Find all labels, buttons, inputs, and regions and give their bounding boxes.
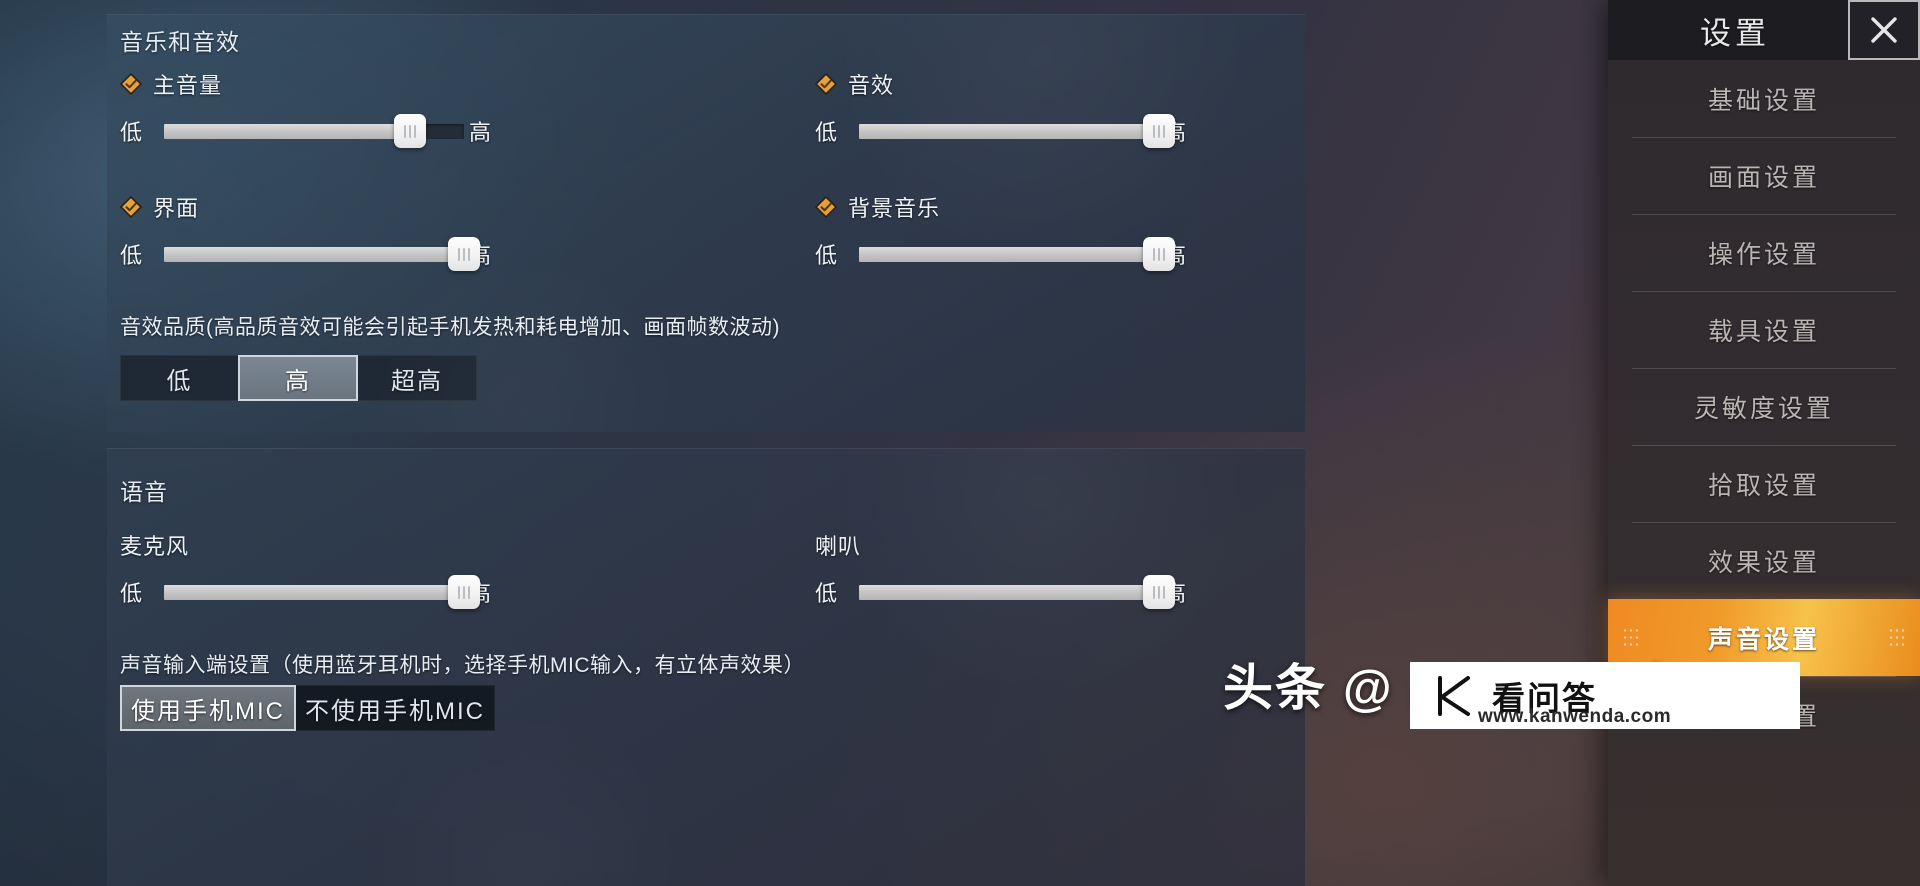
interface-header: 界面 [120,194,492,221]
interface-low-label: 低 [120,243,144,268]
master-volume-fill [164,123,410,139]
interface-slider[interactable] [164,237,480,271]
audio-section-title: 音乐和音效 [120,29,240,55]
master-volume-slider[interactable] [164,114,464,148]
master-volume-low-label: 低 [120,120,144,145]
slider-group-speaker: 喇叭 低 高 [815,532,1187,609]
sidebar-item-sensitivity[interactable]: 灵敏度设置 [1608,368,1920,445]
microphone-low-label: 低 [120,581,144,606]
microphone-header: 麦克风 [120,532,492,559]
speaker-knob[interactable] [1143,575,1175,609]
audio-quality-note: 音效品质(高品质音效可能会引起手机发热和耗电增加、画面帧数波动) [120,316,780,339]
slider-group-interface: 界面 低 高 [120,194,492,271]
sidebar-item-basic[interactable]: 基础设置 [1608,60,1920,137]
sidebar-item-vehicle[interactable]: 载具设置 [1608,291,1920,368]
master-volume-label: 主音量 [153,73,223,98]
checkbox-diamond-icon[interactable] [815,73,837,95]
watermark-url: www.kanwenda.com [1478,706,1672,727]
decor-dots-left-icon [1622,626,1640,649]
sidebar-item-sound-label: 声音设置 [1707,625,1820,654]
checkbox-diamond-icon[interactable] [120,196,142,218]
checkbox-diamond-icon[interactable] [120,73,142,95]
background-music-slider[interactable] [859,237,1175,271]
sidebar-item-graphics[interactable]: 画面设置 [1608,137,1920,214]
close-button[interactable] [1848,0,1920,60]
microphone-slider-row: 低 高 [120,575,492,609]
sound-effects-fill [859,123,1159,139]
slider-group-master-volume: 主音量 低 高 [120,71,493,148]
sound-effects-knob[interactable] [1143,114,1175,148]
checkbox-diamond-icon[interactable] [815,196,837,218]
master-volume-knob[interactable] [394,114,426,148]
audio-quality-option-high[interactable]: 高 [238,355,358,401]
sound-effects-low-label: 低 [815,120,839,145]
sidebar-title: 设置 [1700,15,1770,51]
speaker-fill [859,584,1159,600]
audio-quality-option-ultra[interactable]: 超高 [357,355,477,401]
speaker-label: 喇叭 [815,534,862,559]
microphone-slider[interactable] [164,575,480,609]
audio-quality-segmented-control: 低 高 超高 [120,355,477,401]
sound-effects-slider[interactable] [859,114,1175,148]
voice-section-title: 语音 [120,479,168,505]
microphone-label: 麦克风 [120,534,190,559]
sound-effects-slider-row: 低 高 [815,114,1187,148]
slider-group-sound-effects: 音效 低 高 [815,71,1187,148]
voice-input-segmented-control: 使用手机MIC 不使用手机MIC [120,685,495,731]
interface-knob[interactable] [448,237,480,271]
speaker-slider-row: 低 高 [815,575,1187,609]
sound-effects-label: 音效 [848,73,895,98]
audio-quality-option-low[interactable]: 低 [120,355,239,401]
background-music-slider-row: 低 高 [815,237,1187,271]
background-music-header: 背景音乐 [815,194,1187,221]
settings-screen: 音乐和音效 主音量 低 高 音效 低 高 界面 低 高 背景音乐 低 高 音效品… [0,0,1920,886]
interface-slider-row: 低 高 [120,237,492,271]
slider-group-microphone: 麦克风 低 高 [120,532,492,609]
voice-input-option-no-phone-mic[interactable]: 不使用手机MIC [295,685,495,731]
microphone-fill [164,584,464,600]
microphone-knob[interactable] [448,575,480,609]
background-music-knob[interactable] [1143,237,1175,271]
close-icon [1866,12,1902,48]
master-volume-header: 主音量 [120,71,492,98]
sidebar-header: 设置 [1608,0,1920,60]
speaker-header: 喇叭 [815,532,1187,559]
decor-dots-right-icon [1888,626,1906,649]
speaker-slider[interactable] [859,575,1175,609]
voice-settings-card: 语音 麦克风 低 高 喇叭 低 高 声音输入端设置（使用蓝牙耳机时，选择手机MI… [107,448,1305,886]
sidebar-item-effects[interactable]: 效果设置 [1608,522,1920,599]
slider-group-background-music: 背景音乐 低 高 [815,194,1187,271]
settings-content: 音乐和音效 主音量 低 高 音效 低 高 界面 低 高 背景音乐 低 高 音效品… [107,0,1305,886]
background-music-fill [859,246,1159,262]
voice-input-option-use-phone-mic[interactable]: 使用手机MIC [120,685,296,731]
master-volume-high-label: 高 [469,120,493,145]
interface-label: 界面 [153,196,200,221]
audio-settings-card: 音乐和音效 主音量 低 高 音效 低 高 界面 低 高 背景音乐 低 高 音效品… [107,14,1305,432]
sidebar-item-controls[interactable]: 操作设置 [1608,214,1920,291]
sound-effects-header: 音效 [815,71,1187,98]
sidebar-menu: 基础设置 画面设置 操作设置 载具设置 灵敏度设置 拾取设置 效果设置 声音设置… [1608,60,1920,753]
sidebar-item-pickup[interactable]: 拾取设置 [1608,445,1920,522]
voice-input-note: 声音输入端设置（使用蓝牙耳机时，选择手机MIC输入，有立体声效果） [120,654,805,677]
background-music-low-label: 低 [815,243,839,268]
kanwenda-logo-icon [1428,670,1480,722]
master-volume-slider-row: 低 高 [120,114,493,148]
background-music-label: 背景音乐 [848,196,941,221]
settings-sidebar: 设置 基础设置 画面设置 操作设置 载具设置 灵敏度设置 拾取设置 效果设置 声… [1608,0,1920,886]
speaker-low-label: 低 [815,581,839,606]
interface-fill [164,246,464,262]
